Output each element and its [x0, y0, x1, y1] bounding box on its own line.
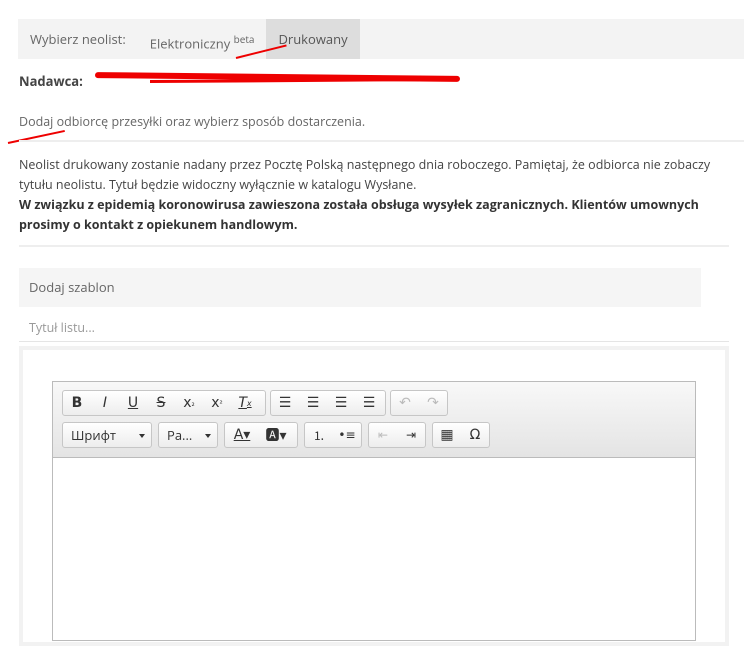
- bulleted-list-icon[interactable]: •≡: [333, 423, 361, 447]
- indent-group: ⇤ ⇥: [368, 422, 426, 448]
- basic-styles-group: B I U S x₂ x² Tx: [62, 390, 266, 416]
- tabs-label: Wybierz neolist:: [30, 30, 126, 48]
- remove-format-icon[interactable]: Tx: [231, 391, 259, 415]
- underline-icon[interactable]: U: [119, 391, 147, 415]
- numbered-list-icon[interactable]: ⒈: [305, 423, 333, 447]
- divider: [19, 140, 744, 142]
- strikethrough-icon[interactable]: S: [147, 391, 175, 415]
- align-right-icon[interactable]: ☰: [327, 391, 355, 415]
- font-combo[interactable]: Шрифт: [62, 422, 152, 448]
- align-justify-icon[interactable]: ☰: [355, 391, 383, 415]
- indent-icon[interactable]: ⇥: [397, 423, 425, 447]
- align-center-icon[interactable]: ☰: [299, 391, 327, 415]
- info-warning: W związku z epidemią koronowirusa zawies…: [19, 196, 699, 233]
- info-text: Neolist drukowany zostanie nadany przez …: [19, 155, 731, 235]
- insert-group: ▦ Ω: [432, 422, 490, 448]
- rich-text-editor: B I U S x₂ x² Tx ☰ ☰ ☰ ☰ ↶ ↷ Шрифт Ра...…: [52, 381, 696, 641]
- sender-label: Nadawca:: [19, 72, 83, 90]
- outdent-icon[interactable]: ⇤: [369, 423, 397, 447]
- bg-color-icon[interactable]: 🅰▾: [259, 423, 293, 447]
- size-combo[interactable]: Ра...: [158, 422, 218, 448]
- divider: [19, 245, 729, 247]
- letter-title-input[interactable]: Tytuł listu...: [19, 317, 729, 342]
- italic-icon[interactable]: I: [91, 391, 119, 415]
- info-paragraph: Neolist drukowany zostanie nadany przez …: [19, 156, 711, 193]
- bold-icon[interactable]: B: [63, 391, 91, 415]
- align-left-icon[interactable]: ☰: [271, 391, 299, 415]
- text-color-icon[interactable]: A▾: [225, 423, 259, 447]
- neolist-type-tabs: Wybierz neolist: Elektroniczny beta Druk…: [18, 19, 744, 59]
- editor-toolbar: B I U S x₂ x² Tx ☰ ☰ ☰ ☰ ↶ ↷ Шрифт Ра...…: [53, 382, 695, 458]
- list-group: ⒈ •≡: [304, 422, 362, 448]
- redo-icon[interactable]: ↷: [419, 391, 447, 415]
- align-group: ☰ ☰ ☰ ☰: [270, 390, 386, 416]
- subscript-icon[interactable]: x₂: [175, 391, 203, 415]
- add-template-button[interactable]: Dodaj szablon: [19, 268, 701, 307]
- superscript-icon[interactable]: x²: [203, 391, 231, 415]
- color-group: A▾ 🅰▾: [224, 422, 298, 448]
- editor-content-area[interactable]: [53, 458, 695, 638]
- special-char-icon[interactable]: Ω: [461, 423, 489, 447]
- hint-text: Dodaj odbiorcę przesyłki oraz wybierz sp…: [19, 113, 366, 130]
- undo-icon[interactable]: ↶: [391, 391, 419, 415]
- tab-printed[interactable]: Drukowany: [266, 19, 360, 59]
- table-icon[interactable]: ▦: [433, 423, 461, 447]
- history-group: ↶ ↷: [390, 390, 448, 416]
